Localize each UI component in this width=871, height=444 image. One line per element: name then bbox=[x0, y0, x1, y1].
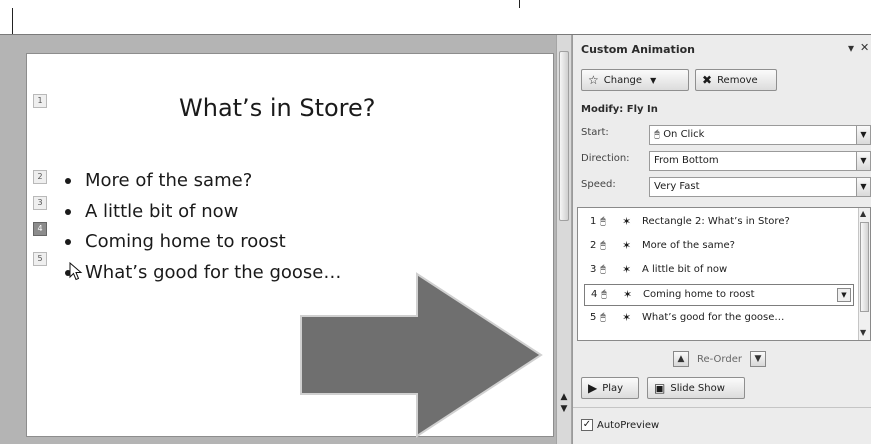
right-arrow-shape[interactable] bbox=[297, 270, 545, 440]
modify-effect-label: Modify: Fly In bbox=[581, 104, 658, 115]
animation-list[interactable]: 1 🖰 ✶ Rectangle 2: What’s in Store? 2 🖰 … bbox=[577, 207, 871, 341]
animation-list-item[interactable]: 3 🖰 ✶ A little bit of now bbox=[584, 260, 854, 282]
remove-label: Remove bbox=[717, 74, 758, 86]
mouse-click-icon: 🖰 bbox=[654, 129, 664, 140]
bullet-text: Coming home to roost bbox=[85, 231, 286, 252]
direction-value: From Bottom bbox=[654, 155, 719, 166]
speed-value: Very Fast bbox=[654, 181, 700, 192]
chevron-down-icon: ▼ bbox=[650, 75, 657, 85]
animation-index: 4 bbox=[591, 289, 598, 300]
animation-order-badge[interactable]: 2 bbox=[33, 170, 47, 184]
bullet-dot-icon bbox=[65, 239, 71, 245]
mouse-click-icon: 🖰 bbox=[601, 289, 607, 300]
custom-animation-pane: Custom Animation ▾ ✕ ☆ Change ▼ ✖ Remove… bbox=[572, 35, 871, 444]
play-button[interactable]: ▶ Play bbox=[581, 377, 639, 399]
slide-workspace: 1 2 3 4 5 What’s in Store? More of the s… bbox=[0, 35, 556, 444]
animation-name: More of the same? bbox=[642, 240, 735, 251]
slide-canvas[interactable]: 1 2 3 4 5 What’s in Store? More of the s… bbox=[26, 53, 554, 440]
chevron-down-icon[interactable]: ▼ bbox=[837, 288, 851, 302]
play-label: Play bbox=[602, 382, 624, 394]
animation-name: A little bit of now bbox=[642, 264, 728, 275]
move-up-icon[interactable]: ▲ bbox=[673, 351, 689, 367]
pane-title: Custom Animation bbox=[581, 43, 695, 56]
animation-index: 3 bbox=[590, 264, 597, 275]
scroll-down-icon[interactable]: ▼ bbox=[860, 328, 866, 337]
reorder-controls: ▲ Re-Order ▼ bbox=[673, 349, 766, 369]
star-effect-icon: ☆ bbox=[588, 73, 599, 87]
animation-index: 5 bbox=[590, 312, 597, 323]
chevron-down-icon[interactable]: ▼ bbox=[856, 152, 870, 170]
close-icon[interactable]: ✕ bbox=[860, 41, 869, 54]
animation-order-badge[interactable]: 3 bbox=[33, 196, 47, 210]
animation-order-badge[interactable]: 1 bbox=[33, 94, 47, 108]
divider bbox=[573, 407, 871, 408]
change-effect-button[interactable]: ☆ Change ▼ bbox=[581, 69, 689, 91]
animation-list-item[interactable]: 5 🖰 ✶ What’s good for the goose… bbox=[584, 308, 854, 330]
change-label: Change bbox=[603, 74, 643, 86]
slide-scrollbar[interactable]: ▲ ▼ bbox=[556, 35, 572, 444]
move-down-icon[interactable]: ▼ bbox=[749, 351, 766, 367]
animation-name: Rectangle 2: What’s in Store? bbox=[642, 216, 790, 227]
animation-order-badge-selected[interactable]: 4 bbox=[33, 222, 47, 236]
slide-show-button[interactable]: ▣ Slide Show bbox=[647, 377, 745, 399]
bullet-text: A little bit of now bbox=[85, 200, 239, 222]
bullet-dot-icon bbox=[65, 208, 71, 215]
autopreview-checkbox[interactable]: ✓ bbox=[581, 419, 593, 431]
direction-label: Direction: bbox=[581, 153, 630, 164]
autopreview-option[interactable]: ✓ AutoPreview bbox=[581, 419, 659, 431]
powerpoint-window: 1 2 3 4 5 What’s in Store? More of the s… bbox=[0, 34, 871, 444]
animation-order-badge[interactable]: 5 bbox=[33, 252, 47, 266]
bullet-dot-icon bbox=[65, 178, 71, 184]
slide-show-icon: ▣ bbox=[654, 381, 666, 395]
start-label: Start: bbox=[581, 127, 609, 138]
scroll-thumb[interactable] bbox=[559, 51, 569, 221]
speed-label: Speed: bbox=[581, 179, 616, 190]
star-effect-icon: ✶ bbox=[622, 215, 632, 228]
star-effect-icon: ✶ bbox=[622, 311, 632, 324]
start-dropdown[interactable]: 🖰 On Click ▼ bbox=[649, 125, 871, 145]
animation-list-item[interactable]: 1 🖰 ✶ Rectangle 2: What’s in Store? bbox=[584, 212, 854, 234]
animation-list-scrollbar[interactable]: ▲ ▼ bbox=[858, 208, 870, 340]
animation-index: 2 bbox=[590, 240, 597, 251]
mouse-click-icon: 🖰 bbox=[600, 312, 606, 323]
animation-index: 1 bbox=[590, 216, 597, 227]
scroll-up-icon[interactable]: ▲ bbox=[860, 209, 866, 218]
reorder-label: Re-Order bbox=[697, 353, 742, 365]
chevron-down-icon[interactable]: ▼ bbox=[856, 178, 870, 196]
direction-dropdown[interactable]: From Bottom ▼ bbox=[649, 151, 871, 171]
mouse-pointer-icon bbox=[69, 262, 83, 281]
start-value: On Click bbox=[663, 129, 705, 140]
animation-list-item-selected[interactable]: 4 🖰 ✶ Coming home to roost ▼ bbox=[584, 284, 854, 306]
animation-name: Coming home to roost bbox=[643, 289, 755, 300]
remove-effect-icon: ✖ bbox=[702, 73, 713, 87]
mouse-click-icon: 🖰 bbox=[600, 264, 606, 275]
slide-title[interactable]: What’s in Store? bbox=[179, 94, 376, 122]
animation-name: What’s good for the goose… bbox=[642, 312, 785, 323]
callout-line-top bbox=[519, 0, 520, 8]
pane-options-icon[interactable]: ▾ bbox=[848, 41, 854, 55]
chevron-down-icon[interactable]: ▼ bbox=[856, 126, 870, 144]
slide-show-label: Slide Show bbox=[670, 382, 725, 394]
star-effect-icon: ✶ bbox=[622, 239, 632, 252]
previous-slide-icon[interactable]: ▲ bbox=[559, 391, 569, 403]
play-icon: ▶ bbox=[588, 381, 598, 395]
speed-dropdown[interactable]: Very Fast ▼ bbox=[649, 177, 871, 197]
animation-list-item[interactable]: 2 🖰 ✶ More of the same? bbox=[584, 236, 854, 258]
next-slide-icon[interactable]: ▼ bbox=[559, 403, 569, 415]
mouse-click-icon: 🖰 bbox=[600, 216, 606, 227]
mouse-click-icon: 🖰 bbox=[600, 240, 606, 251]
autopreview-label: AutoPreview bbox=[597, 419, 660, 431]
star-effect-icon: ✶ bbox=[622, 263, 632, 276]
bullet-text: More of the same? bbox=[85, 170, 253, 191]
scroll-thumb[interactable] bbox=[860, 222, 869, 312]
remove-effect-button[interactable]: ✖ Remove bbox=[695, 69, 777, 91]
star-effect-icon: ✶ bbox=[623, 288, 633, 301]
